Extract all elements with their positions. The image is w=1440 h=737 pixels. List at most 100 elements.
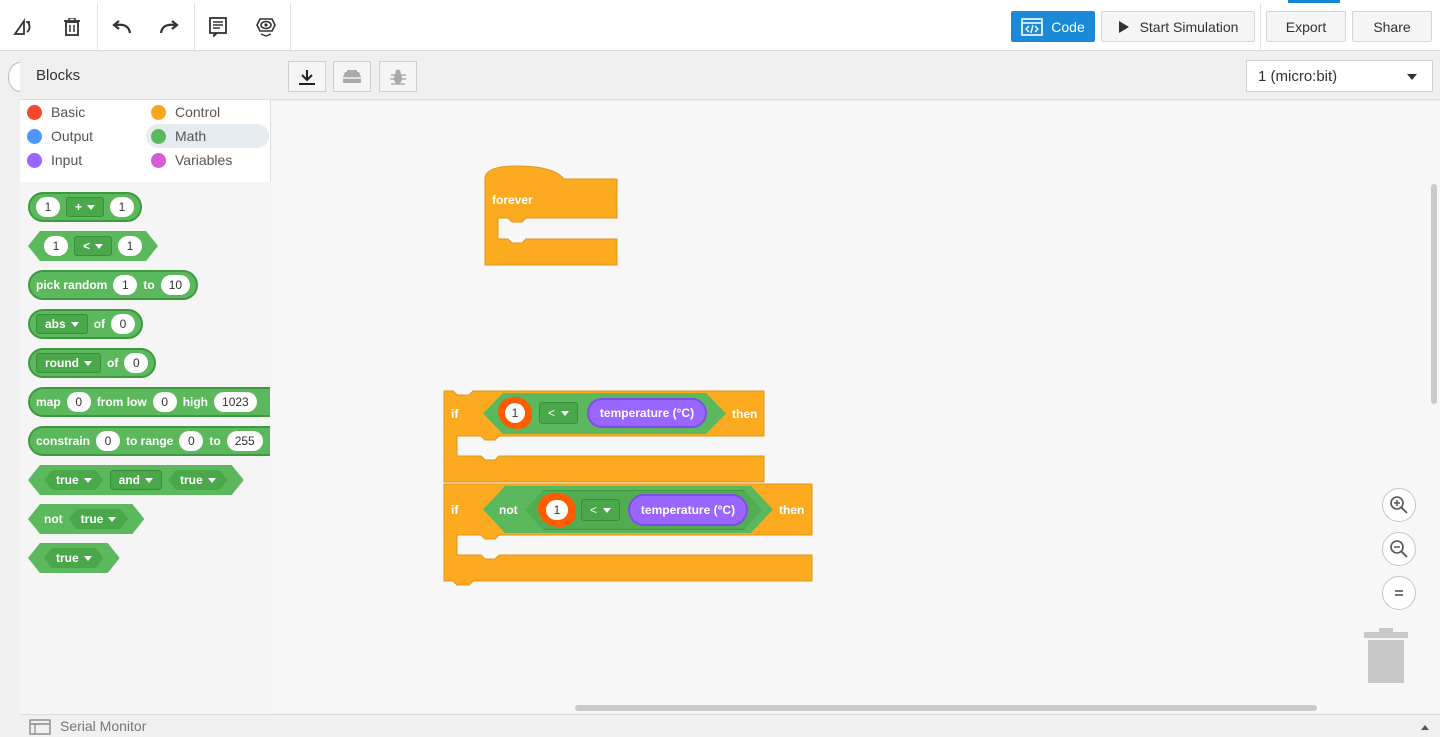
zoom-in-icon bbox=[1390, 496, 1408, 514]
equals-icon bbox=[1395, 590, 1403, 596]
zoom-in-button[interactable] bbox=[1382, 488, 1416, 522]
block-abs[interactable]: abs of 0 bbox=[28, 309, 144, 339]
number-field[interactable]: 1 bbox=[110, 197, 135, 217]
left-edge-strip bbox=[0, 52, 32, 714]
number-field[interactable]: 1 bbox=[546, 500, 568, 520]
category-control[interactable]: Control bbox=[146, 100, 268, 124]
boolean-dropdown[interactable]: true bbox=[44, 470, 104, 490]
libraries-icon[interactable] bbox=[333, 61, 371, 92]
block-label: high bbox=[182, 395, 209, 409]
serial-monitor-label: Serial Monitor bbox=[60, 718, 147, 734]
variables-color-dot bbox=[151, 152, 166, 168]
horizontal-scrollbar[interactable] bbox=[575, 705, 1317, 711]
zoom-out-button[interactable] bbox=[1382, 532, 1416, 566]
board-select-dropdown[interactable]: 1 (micro:bit) bbox=[1246, 60, 1433, 92]
number-field[interactable]: 1 bbox=[44, 236, 68, 256]
main-toolbar: Code Start Simulation Export Share bbox=[0, 3, 1440, 51]
share-button[interactable]: Share bbox=[1352, 11, 1432, 42]
operator-dropdown[interactable]: + bbox=[66, 197, 105, 217]
serial-monitor-icon bbox=[29, 719, 51, 735]
chevron-down-icon bbox=[1407, 74, 1417, 80]
then-label: then bbox=[779, 503, 805, 517]
block-compare[interactable]: 1 < 1 bbox=[28, 231, 158, 261]
block-map[interactable]: map 0 from low 0 high 1023 bbox=[28, 387, 270, 417]
temperature-sensor-block[interactable]: temperature (°C) bbox=[628, 494, 748, 526]
debugger-bug-icon[interactable] bbox=[379, 61, 417, 92]
math-color-dot bbox=[151, 128, 166, 144]
play-icon bbox=[1118, 20, 1129, 33]
category-label: Control bbox=[175, 104, 221, 120]
category-variables[interactable]: Variables bbox=[146, 148, 268, 172]
if-label: if bbox=[451, 407, 459, 421]
number-field[interactable]: 1023 bbox=[214, 392, 257, 412]
operator-dropdown[interactable]: < bbox=[74, 236, 112, 256]
rotate-icon[interactable] bbox=[0, 3, 48, 51]
blocks-panel: Blocks Basic Control Output Math Input V… bbox=[20, 52, 271, 714]
number-field[interactable]: 1 bbox=[118, 236, 142, 256]
block-label: not bbox=[44, 512, 63, 526]
trash-icon[interactable] bbox=[48, 3, 96, 51]
visibility-icon[interactable] bbox=[242, 3, 290, 51]
block-boolean[interactable]: true bbox=[28, 543, 120, 573]
block-label: to bbox=[143, 278, 155, 292]
category-label: Math bbox=[175, 128, 207, 144]
operator-dropdown[interactable]: < bbox=[581, 499, 621, 521]
serial-monitor-bar[interactable]: Serial Monitor bbox=[20, 714, 1440, 737]
number-field[interactable]: 10 bbox=[160, 275, 191, 295]
category-label: Variables bbox=[175, 152, 233, 168]
vertical-scrollbar[interactable] bbox=[1431, 184, 1437, 404]
number-field[interactable]: 1 bbox=[505, 403, 525, 423]
number-field[interactable]: 0 bbox=[179, 431, 204, 451]
number-field[interactable]: 0 bbox=[111, 314, 136, 334]
code-button[interactable]: Code bbox=[1011, 11, 1095, 42]
number-field[interactable]: 0 bbox=[124, 353, 149, 373]
if-block-2[interactable]: if not 1 < temperature (°C) then bbox=[443, 483, 813, 589]
number-field[interactable]: 0 bbox=[66, 392, 91, 412]
chevron-up-icon[interactable] bbox=[1420, 723, 1430, 731]
category-basic[interactable]: Basic bbox=[22, 100, 142, 124]
boolean-dropdown[interactable]: true bbox=[44, 548, 104, 568]
category-label: Input bbox=[51, 152, 83, 168]
start-simulation-button[interactable]: Start Simulation bbox=[1101, 11, 1255, 42]
logic-operator-dropdown[interactable]: and bbox=[110, 470, 162, 490]
boolean-dropdown[interactable]: true bbox=[168, 470, 228, 490]
block-constrain[interactable]: constrain 0 to range 0 to 255 bbox=[28, 426, 270, 456]
block-label: to range bbox=[126, 434, 174, 448]
workspace-trash-icon[interactable] bbox=[1364, 628, 1408, 684]
not-label: not bbox=[499, 503, 518, 517]
reset-zoom-button[interactable] bbox=[1382, 576, 1416, 610]
number-field[interactable]: 1 bbox=[113, 275, 138, 295]
block-pick-random[interactable]: pick random 1 to 10 bbox=[28, 270, 199, 300]
category-math[interactable]: Math bbox=[146, 124, 269, 148]
category-input[interactable]: Input bbox=[22, 148, 142, 172]
forever-block[interactable]: forever bbox=[484, 165, 618, 266]
block-round[interactable]: round of 0 bbox=[28, 348, 157, 378]
block-not[interactable]: not true bbox=[28, 504, 144, 534]
category-label: Output bbox=[51, 128, 94, 144]
basic-color-dot bbox=[27, 104, 42, 120]
function-dropdown[interactable]: abs bbox=[36, 314, 88, 334]
export-button[interactable]: Export bbox=[1266, 11, 1346, 42]
block-arithmetic[interactable]: 1 + 1 bbox=[28, 192, 143, 222]
download-icon[interactable] bbox=[288, 61, 326, 92]
temperature-sensor-block[interactable]: temperature (°C) bbox=[587, 398, 707, 428]
boolean-dropdown[interactable]: true bbox=[69, 509, 129, 529]
operator-dropdown[interactable]: < bbox=[539, 402, 579, 424]
redo-icon[interactable] bbox=[145, 3, 193, 51]
math-blocks-palette: 1 + 1 1 < 1 pick random 1 to 10 abs of 0… bbox=[20, 182, 271, 714]
block-label: to bbox=[209, 434, 221, 448]
number-field[interactable]: 1 bbox=[36, 197, 60, 217]
number-field[interactable]: 255 bbox=[226, 431, 263, 451]
code-icon bbox=[1021, 17, 1044, 36]
function-dropdown[interactable]: round bbox=[36, 353, 101, 373]
undo-icon[interactable] bbox=[98, 3, 146, 51]
notes-icon[interactable] bbox=[194, 3, 242, 51]
number-field[interactable]: 0 bbox=[96, 431, 121, 451]
block-and[interactable]: true and true bbox=[28, 465, 244, 495]
category-output[interactable]: Output bbox=[22, 124, 142, 148]
if-block-1[interactable]: if 1 < temperature (°C) then bbox=[443, 390, 765, 483]
number-field[interactable]: 0 bbox=[152, 392, 177, 412]
block-label: constrain bbox=[36, 434, 91, 448]
zoom-out-icon bbox=[1390, 540, 1408, 558]
code-button-label: Code bbox=[1051, 18, 1085, 35]
